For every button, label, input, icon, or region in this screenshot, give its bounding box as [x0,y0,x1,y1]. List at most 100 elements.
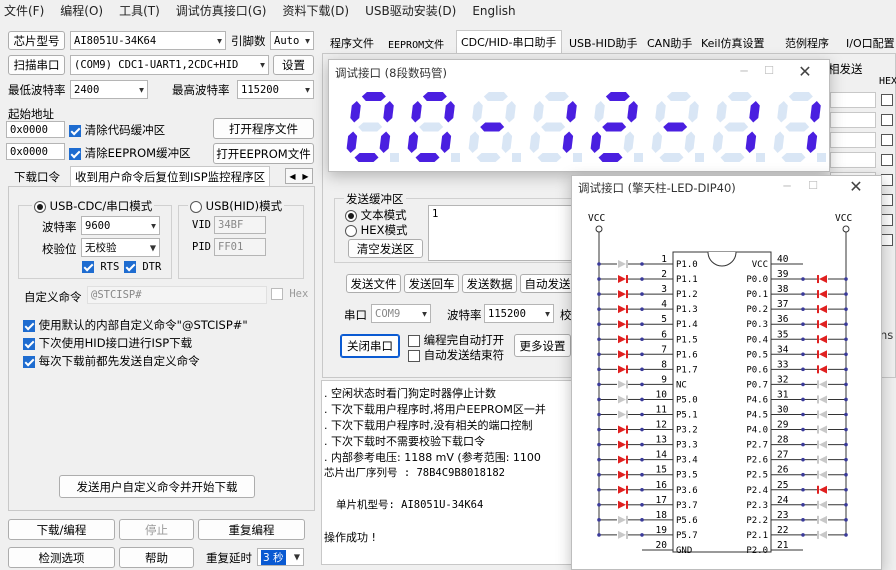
close-icon[interactable]: ✕ [797,62,813,81]
hex-mode-radio[interactable] [345,224,357,237]
scan-port-button[interactable]: 扫描串口 [8,55,65,75]
tab-io-config[interactable]: I/O口配置 [842,33,896,53]
led-icon [618,275,626,284]
hex-option[interactable]: Hex [271,288,308,300]
tab-can[interactable]: CAN助手 [643,33,696,53]
menu-english[interactable]: English [472,4,515,18]
minimize-icon[interactable]: ─ [779,179,795,193]
menu-debug[interactable]: 调试仿真接口(G) [176,4,267,18]
custom-command-input[interactable]: @STCISP# [87,286,267,304]
close-port-button[interactable]: 关闭串口 [340,334,400,358]
arrow-left-icon[interactable]: ◀ [289,172,295,181]
send-data-button[interactable]: 发送数据 [462,274,517,293]
decimal-point [756,153,765,162]
tab-keil-debug[interactable]: Keil仿真设置 [697,33,769,53]
serial-baud-select[interactable]: 115200 ▼ [484,304,554,323]
minimize-icon[interactable]: ─ [736,64,752,80]
clear-eeprom-checkbox[interactable] [69,147,81,160]
auto-open-option[interactable]: 编程完自动打开 [408,332,504,348]
auto-open-checkbox[interactable] [408,334,420,347]
usb-cdc-radio-row[interactable]: USB-CDC/串口模式 [32,198,155,214]
send-before-download-checkbox[interactable] [23,355,35,368]
send-row-hex-checkbox[interactable] [881,134,893,146]
menu-tools[interactable]: 工具(T) [119,4,160,18]
parity-select[interactable]: 无校验 ▼ [81,238,160,257]
port-select[interactable]: (COM9) CDC1-UART1,2CDC+HID ▼ [70,55,269,75]
stop-button[interactable]: 停止 [119,519,194,540]
more-settings-button[interactable]: 更多设置 [514,334,571,357]
tab-examples[interactable]: 范例程序 [781,33,833,53]
maximize-icon[interactable]: ☐ [761,64,777,80]
send-row-input[interactable] [830,92,876,108]
menu-program[interactable]: 编程(O) [60,4,103,18]
tab-usb-hid[interactable]: USB-HID助手 [565,33,642,53]
hid-isp-checkbox[interactable] [23,337,35,350]
send-text-area[interactable]: 1 [428,205,574,261]
pin-count-select[interactable]: Auto ▼ [270,31,314,50]
send-row-input[interactable] [830,132,876,148]
rts-checkbox[interactable] [82,261,94,273]
tab-eeprom-file[interactable]: EEPROM文件 [384,33,448,53]
tab-download-password[interactable]: 下载口令 [10,167,64,187]
eeprom-address-input[interactable]: 0x0000 [6,143,65,160]
segment-d [537,153,562,162]
hid-isp-option[interactable]: 下次使用HID接口进行ISP下载 [23,335,192,351]
clear-send-button[interactable]: 清空发送区 [348,239,423,258]
clear-code-option[interactable]: 清除代码缓冲区 [69,122,165,138]
maximize-icon[interactable]: ☐ [805,179,821,192]
send-file-button[interactable]: 发送文件 [346,274,401,293]
repeat-program-button[interactable]: 重复编程 [198,519,305,540]
port-settings-button[interactable]: 设置 [273,55,314,75]
send-row-hex-checkbox[interactable] [881,114,893,126]
text-mode-option[interactable]: 文本模式 [345,207,407,223]
tab-cdc-hid-serial[interactable]: CDC/HID-串口助手 [456,30,562,53]
text-mode-radio[interactable] [345,209,357,222]
default-command-checkbox[interactable] [23,319,35,332]
auto-send-button[interactable]: 自动发送 [520,274,575,293]
send-row-input[interactable] [830,112,876,128]
right-junction [801,397,805,402]
hex-checkbox[interactable] [271,288,283,300]
code-address-input[interactable]: 0x0000 [6,121,65,138]
rts-option[interactable]: RTS [82,261,119,273]
menu-file[interactable]: 文件(F) [4,4,44,18]
usb-hid-radio-row[interactable]: USB(HID)模式 [188,198,285,214]
tab-program-file[interactable]: 程序文件 [326,33,378,53]
open-program-button[interactable]: 打开程序文件 [213,118,314,139]
chip-type-button[interactable]: 芯片型号 [8,31,65,50]
close-icon[interactable]: ✕ [848,177,864,196]
hid-isp-label: 下次使用HID接口进行ISP下载 [38,336,193,350]
default-command-option[interactable]: 使用默认的内部自定义命令"@STCISP#" [23,317,248,333]
chip-select[interactable]: AI8051U-34K64 ▼ [70,31,226,50]
clear-code-checkbox[interactable] [69,124,81,137]
pid-input[interactable]: FF01 [214,238,266,256]
usb-cdc-radio[interactable] [34,200,46,213]
send-custom-and-download-button[interactable]: 发送用户自定义命令并开始下载 [59,475,255,498]
usb-hid-radio[interactable] [190,200,202,213]
download-program-button[interactable]: 下载/编程 [8,519,115,540]
hex-mode-option[interactable]: HEX模式 [345,222,407,238]
clear-eeprom-option[interactable]: 清除EEPROM缓冲区 [69,145,191,161]
tab-scroll-arrows[interactable]: ◀ ▶ [285,168,313,184]
dtr-option[interactable]: DTR [124,261,161,273]
send-row-input[interactable] [830,152,876,168]
menu-download[interactable]: 资料下载(D) [282,4,349,18]
min-baud-select[interactable]: 2400 ▼ [70,80,148,99]
send-row-hex-checkbox[interactable] [881,94,893,106]
menu-usb-driver[interactable]: USB驱动安装(D) [365,4,456,18]
send-row-hex-checkbox[interactable] [881,154,893,166]
open-eeprom-button[interactable]: 打开EEPROM文件 [213,143,314,164]
auto-end-option[interactable]: 自动发送结束符 [408,347,504,363]
repeat-delay-select[interactable]: 3 秒 ▼ [257,548,304,566]
send-enter-button[interactable]: 发送回车 [404,274,459,293]
send-before-download-option[interactable]: 每次下载前都先发送自定义命令 [23,353,200,369]
baud-select[interactable]: 9600 ▼ [81,216,160,235]
dtr-checkbox[interactable] [124,261,136,273]
tab-reset-to-isp[interactable]: 收到用户命令后复位到ISP监控程序区 [70,166,271,187]
max-baud-select[interactable]: 115200 ▼ [237,80,314,99]
vid-input[interactable]: 34BF [214,216,266,234]
arrow-right-icon[interactable]: ▶ [302,172,308,181]
serial-port-select[interactable]: COM9 ▼ [371,304,431,323]
send-row-hex-checkbox[interactable] [881,174,893,186]
auto-end-checkbox[interactable] [408,349,420,362]
